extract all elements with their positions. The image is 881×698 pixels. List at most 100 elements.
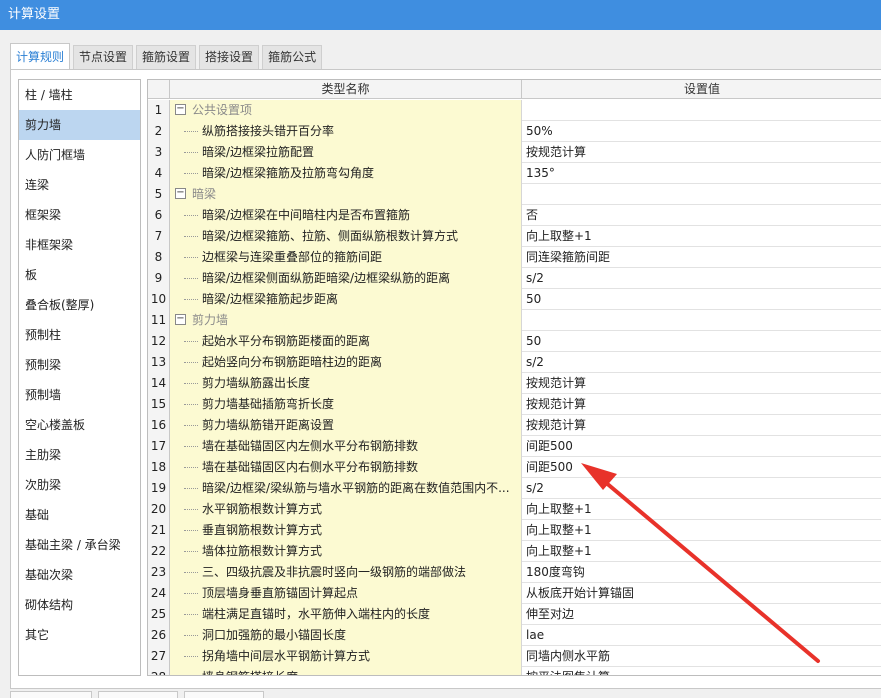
table-row[interactable]: 13 起始竖向分布钢筋距暗柱边的距离 s/2 [148, 352, 881, 373]
row-number: 11 [148, 310, 170, 331]
setting-value[interactable]: 50% [522, 121, 881, 142]
sidebar-item[interactable]: 人防门框墙 [19, 140, 140, 170]
table-row[interactable]: 9 暗梁/边框梁侧面纵筋距暗梁/边框梁纵筋的距离 s/2 [148, 268, 881, 289]
collapse-icon[interactable]: − [175, 188, 186, 199]
sidebar-item[interactable]: 砌体结构 [19, 590, 140, 620]
collapse-icon[interactable]: − [175, 314, 186, 325]
setting-name-text: 墙在基础锚固区内右侧水平分布钢筋排数 [202, 460, 419, 474]
tab-stirrup-formula[interactable]: 箍筋公式 [262, 45, 323, 69]
setting-name-text: 三、四级抗震及非抗震时竖向一级钢筋的端部做法 [202, 565, 467, 579]
row-number: 22 [148, 541, 170, 562]
table-row[interactable]: 27 拐角墙中间层水平钢筋计算方式 同墙内侧水平筋 [148, 646, 881, 667]
component-type-list[interactable]: 柱 / 墙柱 剪力墙 人防门框墙 连梁 框架梁 非框架梁板叠合板(整厚) 预制柱 预制梁 预制墙… [18, 79, 141, 676]
setting-value[interactable]: 50 [522, 331, 881, 352]
setting-value[interactable]: 按平法图集计算 [522, 667, 881, 675]
setting-value[interactable]: 向上取整+1 [522, 226, 881, 247]
setting-value[interactable]: 按规范计算 [522, 373, 881, 394]
sidebar-item[interactable]: 叠合板(整厚) [19, 290, 140, 320]
group-row[interactable]: 11− 剪力墙 [148, 310, 881, 331]
sidebar-item[interactable]: 基础次梁 [19, 560, 140, 590]
table-row[interactable]: 23 三、四级抗震及非抗震时竖向一级钢筋的端部做法 180度弯钩 [148, 562, 881, 583]
setting-value[interactable]: 伸至对边 [522, 604, 881, 625]
collapse-icon[interactable]: − [175, 104, 186, 115]
sidebar-item[interactable]: 预制柱 [19, 320, 140, 350]
group-row[interactable]: 5− 暗梁 [148, 184, 881, 205]
setting-value[interactable]: 50 [522, 289, 881, 310]
sidebar-item[interactable]: 主肋梁 [19, 440, 140, 470]
setting-value[interactable]: 同墙内侧水平筋 [522, 646, 881, 667]
setting-value[interactable]: 按规范计算 [522, 394, 881, 415]
setting-value[interactable]: s/2 [522, 268, 881, 289]
tab-bar: 计算规则 节点设置 箍筋设置 搭接设置 箍筋公式 [10, 43, 325, 69]
sidebar-item[interactable]: 基础主梁 / 承台梁 [19, 530, 140, 560]
setting-value[interactable]: 从板底开始计算锚固 [522, 583, 881, 604]
group-row[interactable]: 1− 公共设置项 [148, 100, 881, 121]
setting-value[interactable]: 向上取整+1 [522, 499, 881, 520]
setting-value[interactable]: 135° [522, 163, 881, 184]
sidebar-item[interactable]: 空心楼盖板 [19, 410, 140, 440]
table-row[interactable]: 22 墙体拉筋根数计算方式 向上取整+1 [148, 541, 881, 562]
bottom-button[interactable] [10, 691, 92, 698]
setting-value[interactable]: 向上取整+1 [522, 541, 881, 562]
table-row[interactable]: 24 顶层墙身垂直筋锚固计算起点 从板底开始计算锚固 [148, 583, 881, 604]
setting-name-text: 墙体拉筋根数计算方式 [202, 544, 323, 558]
setting-value[interactable] [522, 310, 881, 331]
setting-value[interactable]: s/2 [522, 352, 881, 373]
setting-value[interactable]: 向上取整+1 [522, 520, 881, 541]
setting-value[interactable] [522, 184, 881, 205]
sidebar-item[interactable]: 非框架梁 [19, 230, 140, 260]
tab-calc-rules[interactable]: 计算规则 [10, 43, 71, 69]
sidebar-item[interactable]: 板 [19, 260, 140, 290]
sidebar-item[interactable]: 剪力墙 [19, 110, 140, 140]
setting-value[interactable]: s/2 [522, 478, 881, 499]
sidebar-item[interactable]: 框架梁 [19, 200, 140, 230]
table-row[interactable]: 4 暗梁/边框梁箍筋及拉筋弯勾角度 135° [148, 163, 881, 184]
header-setting-value: 设置值 [683, 82, 720, 96]
table-row[interactable]: 3 暗梁/边框梁拉筋配置 按规范计算 [148, 142, 881, 163]
setting-value[interactable]: 间距500 [522, 436, 881, 457]
table-row[interactable]: 2 纵筋搭接接头错开百分率 50% [148, 121, 881, 142]
table-row[interactable]: 21 垂直钢筋根数计算方式 向上取整+1 [148, 520, 881, 541]
table-row[interactable]: 25 端柱满足直锚时，水平筋伸入端柱内的长度 伸至对边 [148, 604, 881, 625]
setting-value[interactable]: 180度弯钩 [522, 562, 881, 583]
sidebar-item[interactable]: 柱 / 墙柱 [19, 80, 140, 110]
table-row[interactable]: 18 墙在基础锚固区内右侧水平分布钢筋排数 间距500 [148, 457, 881, 478]
setting-value[interactable]: 按规范计算 [522, 415, 881, 436]
table-row[interactable]: 16 剪力墙纵筋错开距离设置 按规范计算 [148, 415, 881, 436]
bottom-button[interactable] [184, 691, 264, 698]
table-row[interactable]: 28 墙身钢筋搭接长度 按平法图集计算 [148, 667, 881, 675]
sidebar-item[interactable]: 预制墙 [19, 380, 140, 410]
table-row[interactable]: 14 剪力墙纵筋露出长度 按规范计算 [148, 373, 881, 394]
tab-lap-settings[interactable]: 搭接设置 [199, 45, 260, 69]
setting-name: 暗梁/边框梁/梁纵筋与墙水平钢筋的距离在数值范围内不... [170, 478, 522, 499]
table-row[interactable]: 26 洞口加强筋的最小锚固长度 lae [148, 625, 881, 646]
setting-value[interactable]: lae [522, 625, 881, 646]
group-name: − 公共设置项 [170, 100, 522, 121]
setting-value[interactable]: 按规范计算 [522, 142, 881, 163]
setting-value[interactable]: 同连梁箍筋间距 [522, 247, 881, 268]
table-row[interactable]: 10 暗梁/边框梁箍筋起步距离 50 [148, 289, 881, 310]
table-row[interactable]: 19 暗梁/边框梁/梁纵筋与墙水平钢筋的距离在数值范围内不... s/2 [148, 478, 881, 499]
table-row[interactable]: 7 暗梁/边框梁箍筋、拉筋、侧面纵筋根数计算方式 向上取整+1 [148, 226, 881, 247]
setting-value[interactable]: 间距500 [522, 457, 881, 478]
tab-node-settings[interactable]: 节点设置 [73, 45, 134, 69]
table-row[interactable]: 20 水平钢筋根数计算方式 向上取整+1 [148, 499, 881, 520]
sidebar-item[interactable]: 其它 [19, 620, 140, 650]
table-row[interactable]: 17 墙在基础锚固区内左侧水平分布钢筋排数 间距500 [148, 436, 881, 457]
settings-grid[interactable]: 类型名称 设置值 1− 公共设置项 2 纵筋搭接接头错开百分率 50% 3 暗梁/边框梁拉筋… [147, 79, 881, 676]
setting-name: 边框梁与连梁重叠部位的箍筋间距 [170, 247, 522, 268]
table-row[interactable]: 8 边框梁与连梁重叠部位的箍筋间距 同连梁箍筋间距 [148, 247, 881, 268]
setting-value[interactable] [522, 100, 881, 121]
table-row[interactable]: 6 暗梁/边框梁在中间暗柱内是否布置箍筋 否 [148, 205, 881, 226]
setting-name: 起始水平分布钢筋距楼面的距离 [170, 331, 522, 352]
setting-value[interactable]: 否 [522, 205, 881, 226]
sidebar-item[interactable]: 预制梁 [19, 350, 140, 380]
sidebar-item[interactable]: 基础 [19, 500, 140, 530]
row-number: 19 [148, 478, 170, 499]
table-row[interactable]: 15 剪力墙基础插筋弯折长度 按规范计算 [148, 394, 881, 415]
sidebar-item[interactable]: 连梁 [19, 170, 140, 200]
bottom-button[interactable] [98, 691, 178, 698]
table-row[interactable]: 12 起始水平分布钢筋距楼面的距离 50 [148, 331, 881, 352]
tab-stirrup-settings[interactable]: 箍筋设置 [136, 45, 197, 69]
sidebar-item[interactable]: 次肋梁 [19, 470, 140, 500]
